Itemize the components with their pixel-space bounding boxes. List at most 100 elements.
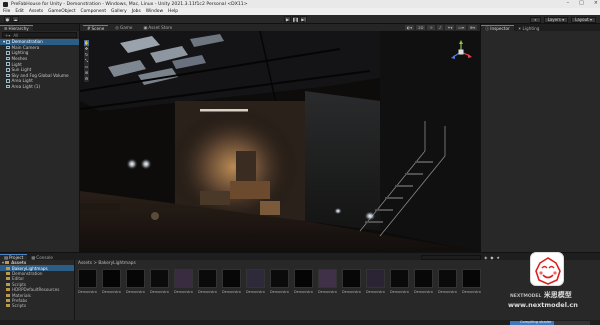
- chevron-down-icon[interactable]: ▾: [2, 260, 4, 265]
- asset-name: Demonstra...: [102, 290, 121, 294]
- asset-item[interactable]: Demonstra...: [126, 269, 145, 294]
- maximize-icon[interactable]: □: [579, 0, 584, 6]
- folder-icon: [6, 304, 10, 308]
- hash-icon: #: [87, 25, 91, 31]
- lightmap-thumbnail: [390, 269, 409, 288]
- project-folder-label: Prefabs: [12, 297, 28, 303]
- gameobject-icon: [6, 56, 10, 61]
- asset-item[interactable]: Demonstra...: [318, 269, 337, 294]
- lightmap-thumbnail: [414, 269, 433, 288]
- menu-jobs[interactable]: Jobs: [132, 9, 141, 14]
- lighting-toggle-icon[interactable]: ☼: [427, 25, 435, 30]
- hierarchy-item-label: Main Camera: [11, 44, 40, 50]
- tab-game[interactable]: ◎ Game: [111, 25, 136, 31]
- orientation-gizmo[interactable]: [448, 39, 474, 65]
- hierarchy-item[interactable]: Area Light (1): [0, 84, 79, 90]
- cloud-icon[interactable]: ☁: [12, 16, 19, 22]
- asset-name: Demonstra...: [438, 290, 457, 294]
- tab-inspector[interactable]: ⓘ Inspector: [481, 25, 514, 31]
- game-tab-label: Game: [119, 25, 133, 30]
- star-icon[interactable]: ★: [496, 255, 500, 260]
- label-icon[interactable]: ◆: [490, 255, 493, 260]
- hierarchy-search-input[interactable]: +▾ All: [2, 32, 77, 38]
- asset-item[interactable]: Demonstra...: [390, 269, 409, 294]
- project-search-input[interactable]: [421, 254, 482, 260]
- lightmap-thumbnail: [78, 269, 97, 288]
- list-icon: ≡: [4, 26, 8, 31]
- menu-file[interactable]: File: [3, 9, 10, 14]
- minimize-icon[interactable]: –: [567, 0, 570, 6]
- inspector-tab-label: Inspector: [490, 26, 510, 31]
- asset-name: Demonstra...: [246, 290, 265, 294]
- 2d-toggle-button[interactable]: 2D: [416, 25, 426, 30]
- asset-item[interactable]: Demonstra...: [102, 269, 121, 294]
- close-icon[interactable]: ×: [594, 0, 598, 6]
- menu-bar: File Edit Assets GameObject Component Ga…: [0, 8, 600, 15]
- audio-toggle-icon[interactable]: ♪: [436, 25, 444, 30]
- asset-item[interactable]: Demonstra...: [78, 269, 97, 294]
- custom-tool-icon[interactable]: ⚙: [84, 76, 89, 82]
- asset-item[interactable]: Demonstra...: [246, 269, 265, 294]
- menu-gallery[interactable]: Gallery: [111, 9, 127, 14]
- asset-item[interactable]: Demonstra...: [438, 269, 457, 294]
- menu-window[interactable]: Window: [146, 9, 163, 14]
- hierarchy-tab-label: Hierarchy: [8, 26, 29, 31]
- menu-edit[interactable]: Edit: [15, 9, 24, 14]
- gizmos-toggle-icon[interactable]: ⊕▾: [467, 25, 477, 30]
- account-icon[interactable]: ●: [4, 16, 11, 22]
- gameobject-icon: [6, 79, 10, 83]
- menu-assets[interactable]: Assets: [29, 9, 43, 14]
- lightmap-thumbnail: [342, 269, 361, 288]
- asset-item[interactable]: Demonstra...: [462, 269, 481, 294]
- search-placeholder: All: [13, 32, 19, 38]
- asset-name: Demonstra...: [150, 290, 169, 294]
- layout-dropdown[interactable]: Layout ▾: [571, 16, 596, 23]
- watermark-cn: 米思模型: [543, 291, 572, 299]
- menu-component[interactable]: Component: [81, 9, 107, 14]
- layers-dropdown[interactable]: Layers ▾: [543, 16, 569, 23]
- asset-item[interactable]: Demonstra...: [174, 269, 193, 294]
- status-bar: Compiling shader: [0, 320, 600, 325]
- asset-item[interactable]: Demonstra...: [414, 269, 433, 294]
- asset-item[interactable]: Demonstra...: [198, 269, 217, 294]
- hierarchy-item[interactable]: Sky and Fog Global Volume: [0, 73, 79, 79]
- lightmap-thumbnail: [198, 269, 217, 288]
- effects-toggle-icon[interactable]: ✦▾: [445, 25, 455, 30]
- lightmap-thumbnail: [438, 269, 457, 288]
- camera-settings-icon[interactable]: ▭▾: [456, 25, 466, 30]
- asset-item[interactable]: Demonstra...: [294, 269, 313, 294]
- asset-name: Demonstra...: [222, 290, 241, 294]
- scene-viewport[interactable]: ✋ ✥ ↻ ⤡ ▭ ⊞ ⚙: [80, 31, 480, 252]
- tab-lighting[interactable]: ☀ Lighting: [514, 25, 544, 31]
- tab-hierarchy[interactable]: ≡ Hierarchy: [0, 25, 33, 31]
- plus-icon[interactable]: +▾: [5, 33, 10, 38]
- lightmap-thumbnail: [246, 269, 265, 288]
- hierarchy-item-label: Light: [11, 61, 22, 67]
- pause-icon[interactable]: ❚❚: [292, 16, 299, 22]
- asset-name: Demonstra...: [462, 290, 481, 294]
- asset-item[interactable]: Demonstra...: [342, 269, 361, 294]
- gamepad-icon: ◎: [115, 25, 119, 30]
- mask-logo-icon: [535, 257, 561, 285]
- menu-gameobject[interactable]: GameObject: [48, 9, 75, 14]
- tab-scene[interactable]: # Scene: [83, 24, 109, 31]
- play-icon[interactable]: ▶: [284, 16, 291, 22]
- gameobject-icon: [6, 51, 10, 55]
- project-folder-label: HDRPDefaultResources: [12, 287, 60, 293]
- asset-name: Demonstra...: [318, 290, 337, 294]
- asset-item[interactable]: Demonstra...: [366, 269, 385, 294]
- shading-mode-button[interactable]: ◐▾: [404, 25, 415, 30]
- search-icon[interactable]: ⌕: [530, 16, 541, 23]
- menu-help[interactable]: Help: [168, 9, 178, 14]
- scene-render[interactable]: [80, 31, 480, 252]
- breadcrumb[interactable]: Assets > BakeryLightmaps: [78, 261, 136, 266]
- asset-grid: Demonstra... Demonstra... Demonstra... Demo…: [78, 269, 481, 294]
- asset-item[interactable]: Demonstra...: [150, 269, 169, 294]
- step-icon[interactable]: ▶|: [300, 16, 307, 22]
- asset-item[interactable]: Demonstra...: [270, 269, 289, 294]
- tab-asset-store[interactable]: ▣ Asset Store: [139, 25, 176, 31]
- asset-item[interactable]: Demonstra...: [222, 269, 241, 294]
- project-folder-item[interactable]: Scripts: [0, 303, 74, 308]
- filter-icon[interactable]: ◈: [484, 255, 487, 260]
- chevron-down-icon[interactable]: ▾: [3, 39, 5, 44]
